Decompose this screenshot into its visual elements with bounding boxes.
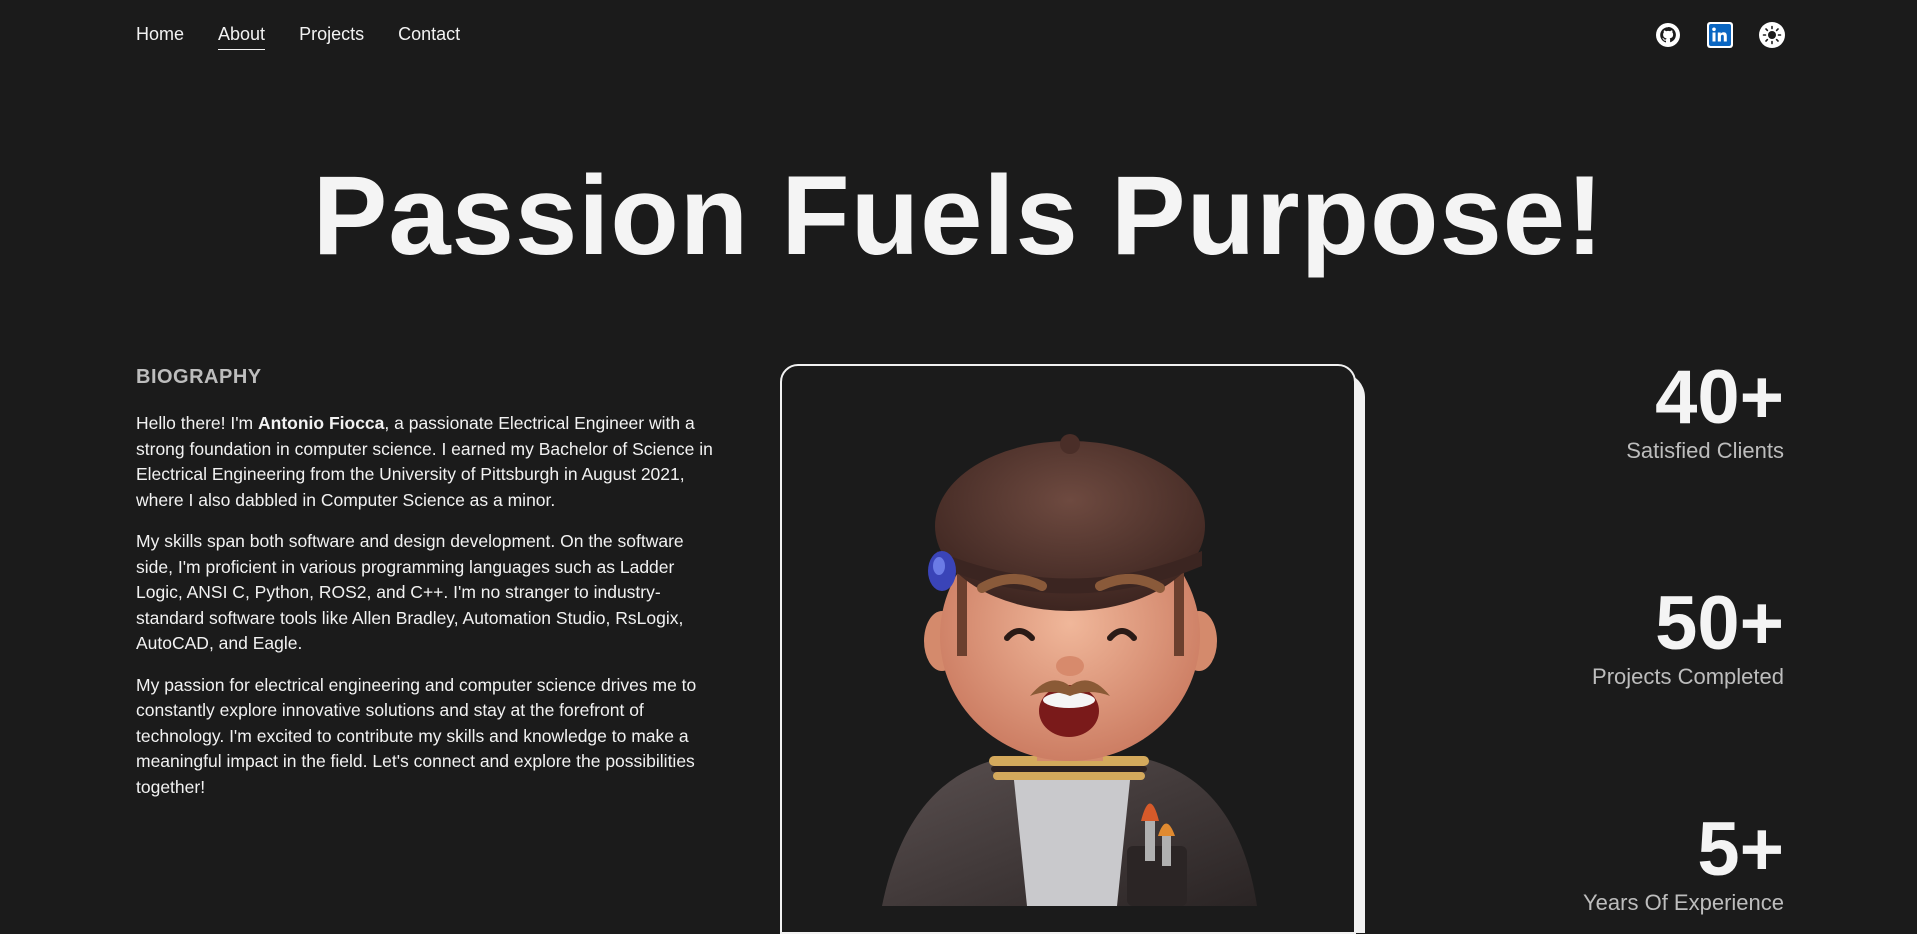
social-links	[1655, 22, 1785, 48]
profile-avatar-image	[882, 434, 1257, 906]
stat-value: 5+	[1697, 807, 1784, 892]
stat-label: Projects Completed	[1592, 664, 1784, 689]
nav-about[interactable]: About	[218, 24, 266, 50]
biography-paragraph-3: My passion for electrical engineering an…	[136, 674, 697, 797]
theme-toggle-icon[interactable]	[1759, 22, 1785, 48]
bio-name: Antonio Fiocca	[258, 413, 385, 433]
nav-projects[interactable]: Projects	[299, 24, 364, 50]
main-nav: Home About Projects Contact	[136, 24, 460, 50]
stat-value: 50+	[1655, 581, 1784, 666]
stat-projects-completed: 50+ Projects Completed	[1424, 586, 1784, 690]
github-icon[interactable]	[1655, 22, 1681, 48]
nav-contact[interactable]: Contact	[398, 24, 460, 50]
biography-paragraph-1: Hello there! I'm Antonio Fiocca, a passi…	[136, 411, 716, 513]
page-title: Passion Fuels Purpose!	[312, 153, 1605, 278]
stat-years-experience: 5+ Years Of Experience	[1424, 812, 1784, 916]
stat-label: Satisfied Clients	[1626, 438, 1784, 463]
biography-heading: BIOGRAPHY	[136, 366, 262, 388]
stat-label: Years Of Experience	[1583, 890, 1784, 915]
nav-home[interactable]: Home	[136, 24, 184, 50]
profile-card	[780, 364, 1356, 934]
biography-section: BIOGRAPHY Hello there! I'm Antonio Fiocc…	[136, 366, 716, 816]
biography-paragraph-2: My skills span both software and design …	[136, 531, 684, 653]
linkedin-icon[interactable]	[1707, 22, 1733, 48]
stat-satisfied-clients: 40+ Satisfied Clients	[1424, 360, 1784, 464]
bio-intro-text: Hello there! I'm	[136, 413, 258, 433]
stat-value: 40+	[1655, 355, 1784, 440]
